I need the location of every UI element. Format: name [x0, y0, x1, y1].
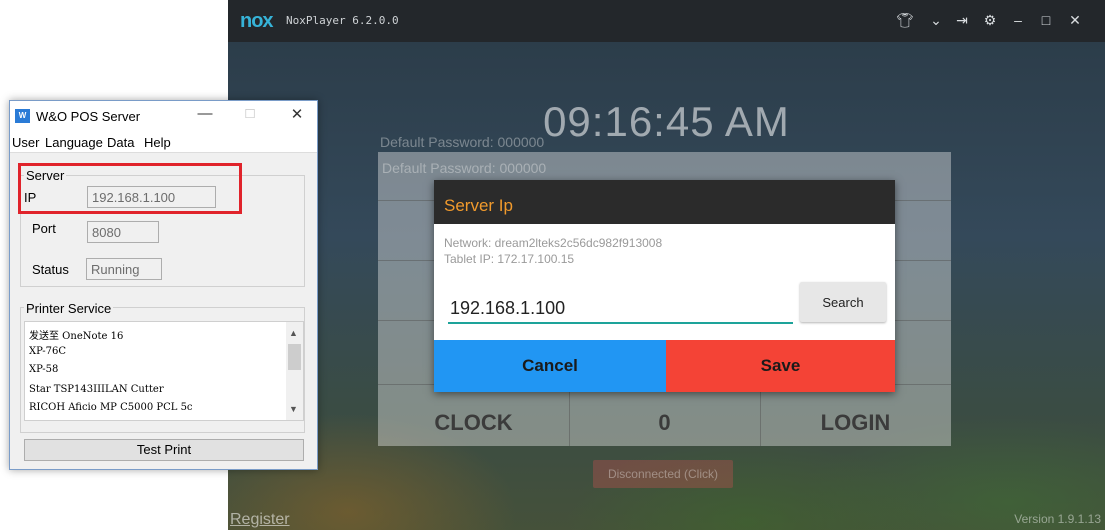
menu-help[interactable]: Help — [144, 135, 171, 150]
close-icon[interactable]: ✕ — [282, 105, 312, 123]
port-label: Port — [32, 221, 56, 236]
menu-language[interactable]: Language — [45, 135, 103, 150]
maximize-icon[interactable]: □ — [235, 105, 265, 122]
clock-button[interactable]: CLOCK — [378, 400, 569, 446]
list-item[interactable]: RICOH Aficio MP C5000 PCL 5c — [29, 402, 193, 413]
server-ip-dialog: Server Ip Network: dream2lteks2c56dc982f… — [434, 180, 895, 392]
nox-player-window: nox NoxPlayer 6.2.0.0 👕︎ ⌄ ⇥ ⚙ – □ ✕ 09:… — [228, 0, 1105, 530]
pos-server-window: W W&O POS Server — □ ✕ User Language Dat… — [9, 100, 318, 470]
pin-icon[interactable]: ⇥ — [951, 12, 973, 29]
dialog-title: Server Ip — [434, 180, 895, 224]
shirt-icon[interactable]: 👕︎ — [894, 12, 916, 29]
tablet-ip-label: Tablet IP: 172.17.100.15 — [444, 252, 575, 266]
close-icon[interactable]: ✕ — [1064, 12, 1086, 29]
search-button[interactable]: Search — [800, 282, 886, 322]
login-button[interactable]: LOGIN — [760, 400, 951, 446]
port-field[interactable]: 8080 — [87, 221, 159, 243]
scroll-thumb[interactable] — [288, 344, 301, 370]
app-icon: W — [15, 109, 30, 123]
window-title: W&O POS Server — [36, 109, 141, 124]
server-ip-input[interactable] — [448, 294, 793, 324]
menu-bar: User Language Data Help — [10, 131, 317, 153]
save-button[interactable]: Save — [666, 340, 895, 392]
minimize-icon[interactable]: — — [190, 105, 220, 122]
pos-titlebar: W W&O POS Server — □ ✕ — [10, 101, 317, 131]
printer-list[interactable]: 发送至 OneNote 16 XP-76C XP-58 Star TSP143I… — [24, 321, 304, 421]
maximize-icon[interactable]: □ — [1035, 12, 1057, 28]
menu-data[interactable]: Data — [107, 135, 134, 150]
test-print-button[interactable]: Test Print — [24, 439, 304, 461]
list-item[interactable]: 发送至 OneNote 16 — [29, 327, 123, 342]
android-screen: 09:16:45 AM Default Password: 000000 Def… — [228, 42, 1105, 530]
chevron-down-icon[interactable]: ⌄ — [925, 12, 947, 29]
nox-logo: nox — [240, 10, 274, 32]
clock-display: 09:16:45 AM — [543, 98, 790, 145]
cancel-button[interactable]: Cancel — [434, 340, 666, 392]
nox-version-label: NoxPlayer 6.2.0.0 — [286, 14, 399, 27]
connection-status-button[interactable]: Disconnected (Click) — [593, 460, 733, 488]
status-field: Running — [86, 258, 162, 280]
default-password-label: Default Password: 000000 — [382, 160, 547, 176]
scroll-down-icon[interactable]: ▼ — [289, 404, 298, 414]
nox-titlebar: nox NoxPlayer 6.2.0.0 👕︎ ⌄ ⇥ ⚙ – □ ✕ — [228, 0, 1105, 42]
printer-service-label: Printer Service — [24, 301, 114, 316]
scroll-up-icon[interactable]: ▲ — [289, 328, 298, 338]
menu-user[interactable]: User — [12, 135, 39, 150]
list-scrollbar[interactable]: ▲ ▼ — [286, 322, 303, 420]
list-item[interactable]: XP-58 — [29, 364, 58, 375]
ip-highlight-box — [18, 163, 242, 214]
default-password-label: Default Password: 000000 — [380, 134, 545, 150]
gear-icon[interactable]: ⚙ — [979, 12, 1001, 29]
list-item[interactable]: XP-76C — [29, 346, 66, 357]
zero-key[interactable]: 0 — [569, 400, 760, 446]
list-item[interactable]: Star TSP143IIILAN Cutter — [29, 384, 164, 395]
register-link[interactable]: Register — [230, 511, 290, 529]
status-label: Status — [32, 262, 69, 277]
minimize-icon[interactable]: – — [1007, 12, 1029, 28]
app-version-label: Version 1.9.1.13 — [1014, 512, 1101, 526]
network-label: Network: dream2lteks2c56dc982f913008 — [444, 236, 663, 250]
